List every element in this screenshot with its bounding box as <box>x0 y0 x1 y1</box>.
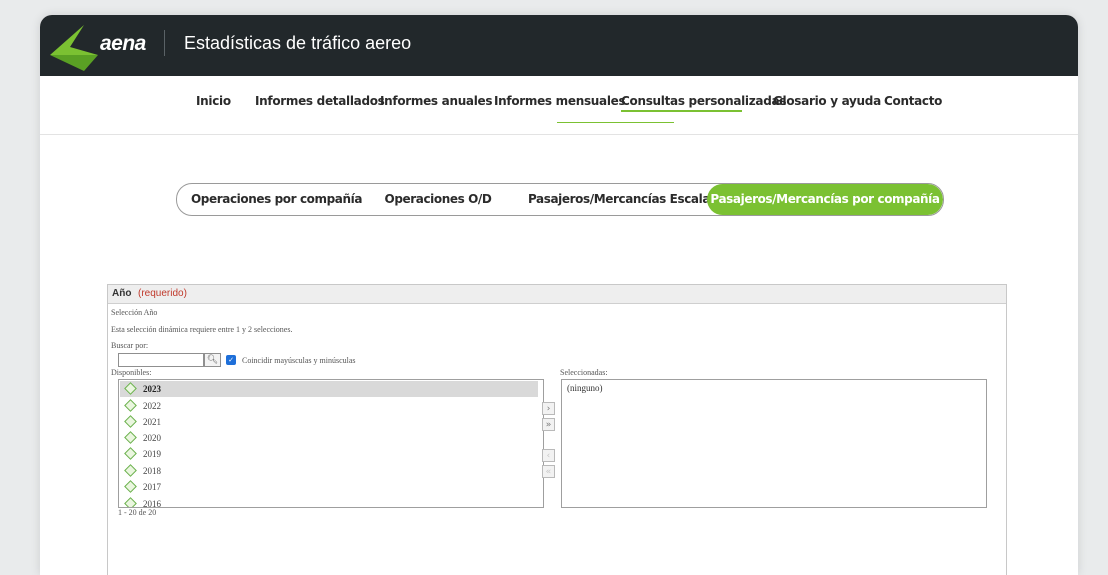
tab-operaciones-compania[interactable]: Operaciones por compañía <box>191 184 362 215</box>
search-input[interactable] <box>118 353 204 367</box>
list-item-label: 2021 <box>143 417 161 427</box>
list-item[interactable]: 2023 <box>120 381 538 397</box>
available-listbox[interactable]: 2023 2022 2021 2020 2019 2018 2017 2016 <box>118 379 544 508</box>
panel-header: Año (requerido) <box>108 285 1006 304</box>
diamond-icon <box>124 447 137 460</box>
diamond-icon <box>124 480 137 493</box>
aena-logo[interactable]: aena <box>50 25 170 71</box>
nav-item-informes-detallados[interactable]: Informes detallados <box>255 94 385 108</box>
main-nav: Inicio Informes detallados Informes anua… <box>40 76 1078 135</box>
active-nav-indicator <box>621 110 742 112</box>
nav-item-contacto[interactable]: Contacto <box>884 94 942 108</box>
selected-label: Seleccionadas: <box>560 368 608 377</box>
list-item-label: 2022 <box>143 401 161 411</box>
aena-wing-icon <box>50 25 98 71</box>
tab-operaciones-od[interactable]: Operaciones O/D <box>373 184 503 215</box>
list-item-label: 2016 <box>143 499 161 508</box>
nav-item-informes-mensuales[interactable]: Informes mensuales <box>494 94 626 108</box>
nav-hover-indicator <box>557 122 674 123</box>
match-case-checkbox[interactable]: ✓ <box>226 355 236 365</box>
tab-pasajeros-compania[interactable]: Pasajeros/Mercancías por compañía <box>707 184 943 215</box>
diamond-icon <box>124 415 137 428</box>
add-selected-button[interactable]: › <box>542 402 555 415</box>
remove-all-button[interactable]: « <box>542 465 555 478</box>
field-label: Año <box>112 288 132 299</box>
diamond-icon <box>124 464 137 477</box>
match-case-label: Coincidir mayúsculas y minúsculas <box>242 356 356 365</box>
list-item-label: 2018 <box>143 466 161 476</box>
list-item[interactable]: 2017 <box>120 479 538 495</box>
nav-item-inicio[interactable]: Inicio <box>196 94 231 108</box>
nav-item-consultas-personalizadas[interactable]: Consultas personalizadas <box>621 94 786 108</box>
list-item[interactable]: 2020 <box>120 430 538 446</box>
list-item[interactable]: 2019 <box>120 446 538 462</box>
list-item-label: 2020 <box>143 433 161 443</box>
diamond-icon <box>124 497 137 507</box>
app-header: aena Estadísticas de tráfico aereo <box>40 15 1078 76</box>
nav-item-glosario-ayuda[interactable]: Glosario y ayuda <box>773 94 881 108</box>
logo-text: aena <box>100 32 146 55</box>
diamond-icon <box>124 431 137 444</box>
list-item-label: 2023 <box>143 384 161 394</box>
required-indicator: (requerido) <box>138 288 187 299</box>
selection-label: Selección Año <box>111 308 158 317</box>
page-title: Estadísticas de tráfico aereo <box>184 33 412 53</box>
nav-item-informes-anuales[interactable]: Informes anuales <box>380 94 493 108</box>
list-item[interactable]: 2021 <box>120 414 538 430</box>
selected-empty-text: (ninguno) <box>567 383 603 393</box>
selected-listbox[interactable]: (ninguno) <box>561 379 987 508</box>
available-label: Disponibles: <box>111 368 152 377</box>
year-selection-panel: Año (requerido) Selección Año Esta selec… <box>107 284 1007 575</box>
search-icon[interactable]: 🔍︎ <box>204 353 221 367</box>
selection-hint: Esta selección dinámica requiere entre 1… <box>111 325 293 334</box>
list-item[interactable]: 2022 <box>120 398 538 414</box>
page-card: aena Estadísticas de tráfico aereo Inici… <box>40 15 1078 575</box>
query-tabs: Operaciones por compañía Operaciones O/D… <box>176 183 944 216</box>
pager-text: 1 - 20 de 20 <box>118 508 157 517</box>
list-item[interactable]: 2016 <box>120 496 538 508</box>
header-divider <box>164 30 165 56</box>
diamond-icon <box>124 399 137 412</box>
list-item-label: 2017 <box>143 482 161 492</box>
tab-pasajeros-escala[interactable]: Pasajeros/Mercancías Escala <box>519 184 719 215</box>
search-label: Buscar por: <box>111 341 149 350</box>
list-item[interactable]: 2018 <box>120 463 538 479</box>
remove-selected-button[interactable]: ‹ <box>542 449 555 462</box>
list-item-label: 2019 <box>143 449 161 459</box>
diamond-icon <box>124 382 137 395</box>
add-all-button[interactable]: » <box>542 418 555 431</box>
